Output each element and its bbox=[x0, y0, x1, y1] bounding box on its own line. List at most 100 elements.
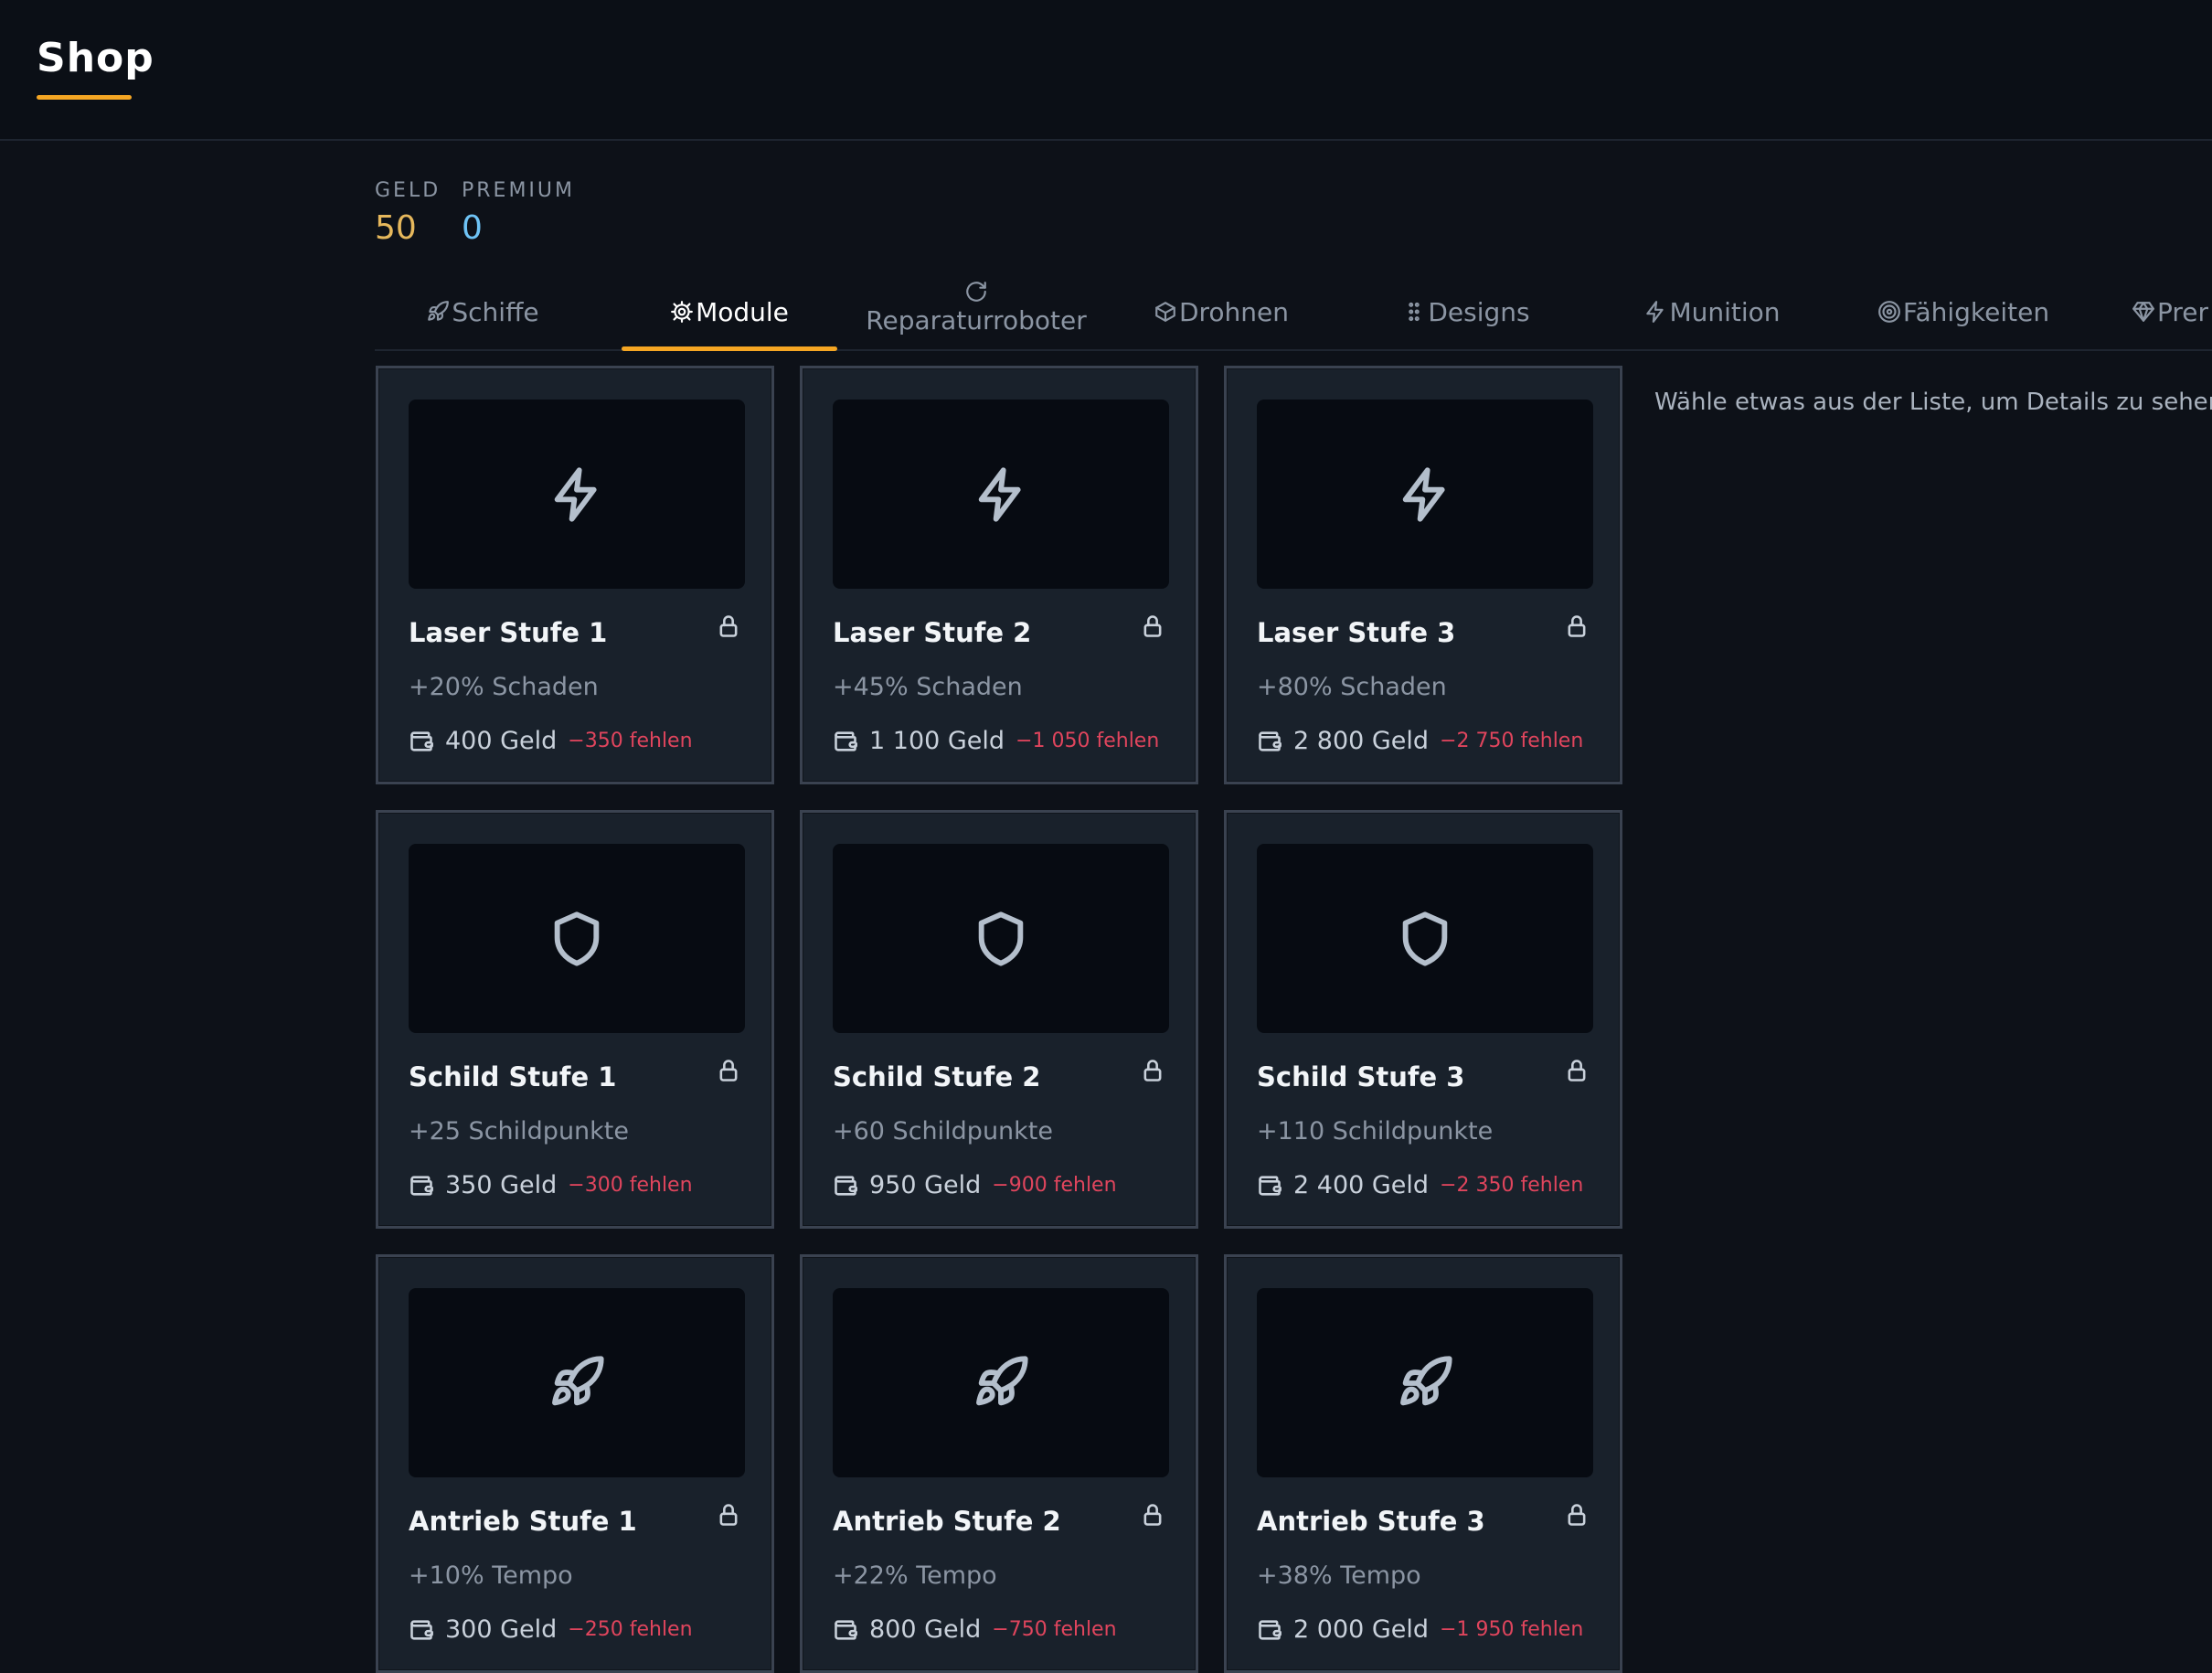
lock-icon bbox=[1140, 1502, 1165, 1531]
item-description: +110 Schildpunkte bbox=[1257, 1117, 1494, 1146]
item-missing: −2 350 fehlen bbox=[1440, 1174, 1584, 1197]
item-cost: 800 Geld bbox=[869, 1615, 982, 1644]
category-tabs: Schiffe Module Reparaturroboter Drohnen … bbox=[375, 274, 2212, 351]
item-price: 400 Geld −350 fehlen bbox=[409, 727, 693, 755]
premium-label: PREMIUM bbox=[462, 179, 576, 202]
shop-item-card[interactable]: Laser Stufe 1 +20% Schaden 400 Geld −350… bbox=[376, 366, 774, 784]
lock-icon bbox=[716, 1058, 741, 1087]
lock-icon bbox=[1140, 1058, 1165, 1087]
item-description: +38% Tempo bbox=[1257, 1561, 1421, 1590]
tab-reparaturroboter[interactable]: Reparaturroboter bbox=[866, 274, 1087, 355]
lock-icon bbox=[1564, 613, 1590, 643]
item-price: 350 Geld −300 fehlen bbox=[409, 1171, 693, 1199]
item-price: 2 400 Geld −2 350 fehlen bbox=[1257, 1171, 1583, 1199]
rocket-icon bbox=[1396, 1354, 1454, 1412]
tab-label: Module bbox=[696, 296, 789, 327]
item-missing: −1 050 fehlen bbox=[1016, 730, 1160, 752]
shop-item-card[interactable]: Schild Stufe 2 +60 Schildpunkte 950 Geld… bbox=[800, 810, 1198, 1229]
item-cost: 2 000 Geld bbox=[1293, 1615, 1430, 1644]
item-name: Schild Stufe 3 bbox=[1257, 1061, 1465, 1092]
item-thumbnail bbox=[1257, 400, 1593, 589]
item-missing: −350 fehlen bbox=[568, 730, 693, 752]
tab-premium[interactable]: Prer bbox=[2132, 274, 2212, 349]
wallet-icon bbox=[1257, 1173, 1282, 1199]
lock-icon bbox=[1564, 1058, 1590, 1087]
item-cost: 400 Geld bbox=[445, 727, 558, 755]
item-name: Laser Stufe 1 bbox=[409, 617, 608, 648]
top-bar: Shop bbox=[0, 0, 2212, 141]
wallet-icon bbox=[409, 1173, 434, 1199]
lock-icon bbox=[1564, 1502, 1590, 1531]
item-thumbnail bbox=[409, 1288, 745, 1477]
tab-drohnen[interactable]: Drohnen bbox=[1113, 274, 1329, 349]
details-placeholder: Wähle etwas aus der Liste, um Details zu… bbox=[1654, 389, 2212, 416]
shop-item-card[interactable]: Antrieb Stufe 1 +10% Tempo 300 Geld −250… bbox=[376, 1254, 774, 1673]
wallet-icon bbox=[833, 1617, 858, 1643]
bolt-icon bbox=[972, 465, 1030, 524]
rocket-icon bbox=[426, 300, 450, 324]
item-missing: −300 fehlen bbox=[568, 1174, 693, 1197]
lock-icon bbox=[716, 1502, 741, 1531]
item-cost: 1 100 Geld bbox=[869, 727, 1005, 755]
item-description: +10% Tempo bbox=[409, 1561, 573, 1590]
item-thumbnail bbox=[833, 1288, 1169, 1477]
shop-item-card[interactable]: Schild Stufe 3 +110 Schildpunkte 2 400 G… bbox=[1224, 810, 1622, 1229]
shop-item-card[interactable]: Laser Stufe 2 +45% Schaden 1 100 Geld −1… bbox=[800, 366, 1198, 784]
item-missing: −250 fehlen bbox=[568, 1618, 693, 1641]
geld-label: GELD bbox=[375, 179, 441, 202]
geld-value: 50 bbox=[375, 209, 417, 247]
tab-designs[interactable]: Designs bbox=[1358, 274, 1574, 349]
geld-balance: GELD 50 bbox=[375, 179, 441, 247]
premium-value: 0 bbox=[462, 209, 483, 247]
item-name: Schild Stufe 1 bbox=[409, 1061, 617, 1092]
item-price: 950 Geld −900 fehlen bbox=[833, 1171, 1117, 1199]
item-thumbnail bbox=[409, 400, 745, 589]
tab-label: Fähigkeiten bbox=[1902, 296, 2050, 327]
lock-icon bbox=[716, 613, 741, 643]
tab-module[interactable]: Module bbox=[622, 274, 837, 351]
tab-faehigkeiten[interactable]: Fähigkeiten bbox=[1856, 274, 2071, 349]
item-price: 800 Geld −750 fehlen bbox=[833, 1615, 1117, 1644]
rocket-icon bbox=[972, 1354, 1030, 1412]
wallet-icon bbox=[1257, 729, 1282, 754]
tab-munition[interactable]: Munition bbox=[1604, 274, 1820, 349]
wallet-icon bbox=[409, 1617, 434, 1643]
item-missing: −2 750 fehlen bbox=[1440, 730, 1584, 752]
shop-item-card[interactable]: Laser Stufe 3 +80% Schaden 2 800 Geld −2… bbox=[1224, 366, 1622, 784]
lock-icon bbox=[1140, 613, 1165, 643]
wallet-icon bbox=[1257, 1617, 1282, 1643]
gear-icon bbox=[670, 300, 694, 324]
wallet-icon bbox=[833, 729, 858, 754]
bolt-icon bbox=[548, 465, 606, 524]
item-name: Laser Stufe 3 bbox=[1257, 617, 1456, 648]
item-cost: 2 800 Geld bbox=[1293, 727, 1430, 755]
shield-icon bbox=[972, 910, 1030, 968]
item-thumbnail bbox=[409, 844, 745, 1033]
shop-item-card[interactable]: Antrieb Stufe 2 +22% Tempo 800 Geld −750… bbox=[800, 1254, 1198, 1673]
item-missing: −900 fehlen bbox=[992, 1174, 1117, 1197]
premium-balance: PREMIUM 0 bbox=[462, 179, 575, 247]
tab-schiffe[interactable]: Schiffe bbox=[375, 274, 590, 349]
item-description: +80% Schaden bbox=[1257, 673, 1447, 701]
item-price: 2 800 Geld −2 750 fehlen bbox=[1257, 727, 1583, 755]
item-price: 2 000 Geld −1 950 fehlen bbox=[1257, 1615, 1583, 1644]
item-cost: 300 Geld bbox=[445, 1615, 558, 1644]
diamond-icon bbox=[2132, 300, 2155, 324]
item-description: +45% Schaden bbox=[833, 673, 1023, 701]
shop-item-card[interactable]: Schild Stufe 1 +25 Schildpunkte 350 Geld… bbox=[376, 810, 774, 1229]
tab-label: Prer bbox=[2157, 296, 2209, 327]
shop-item-card[interactable]: Antrieb Stufe 3 +38% Tempo 2 000 Geld −1… bbox=[1224, 1254, 1622, 1673]
page-title: Shop bbox=[37, 35, 154, 81]
item-name: Laser Stufe 2 bbox=[833, 617, 1032, 648]
item-description: +60 Schildpunkte bbox=[833, 1117, 1053, 1146]
item-missing: −750 fehlen bbox=[992, 1618, 1117, 1641]
item-description: +22% Tempo bbox=[833, 1561, 997, 1590]
item-name: Antrieb Stufe 2 bbox=[833, 1506, 1061, 1537]
item-cost: 950 Geld bbox=[869, 1171, 982, 1199]
item-description: +25 Schildpunkte bbox=[409, 1117, 629, 1146]
item-thumbnail bbox=[833, 844, 1169, 1033]
item-description: +20% Schaden bbox=[409, 673, 599, 701]
item-thumbnail bbox=[833, 400, 1169, 589]
item-name: Antrieb Stufe 1 bbox=[409, 1506, 637, 1537]
tab-label: Munition bbox=[1669, 296, 1781, 327]
